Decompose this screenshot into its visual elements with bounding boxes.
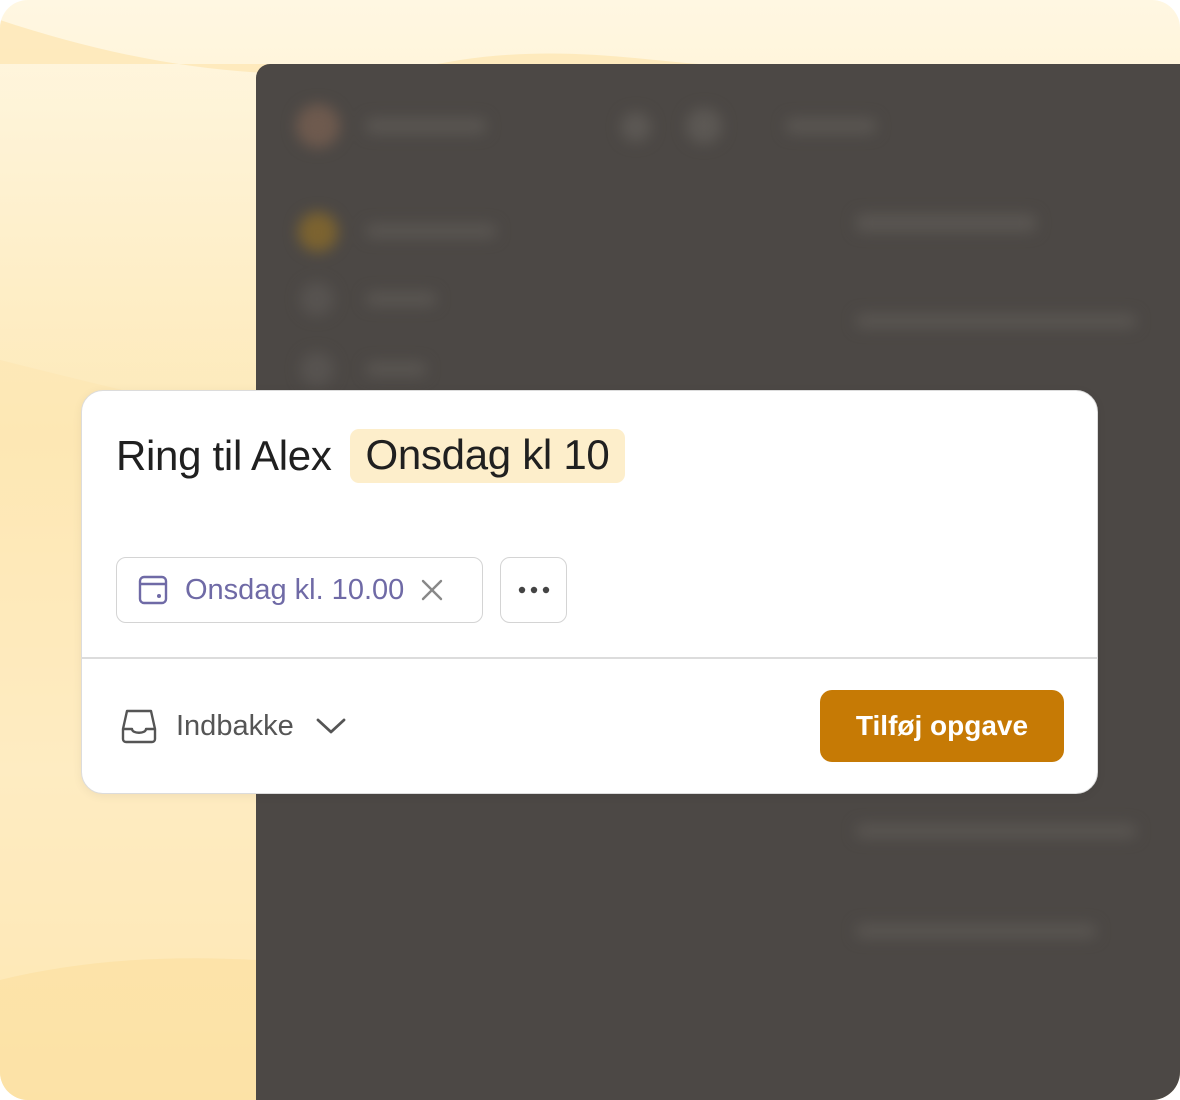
more-options-button[interactable]	[500, 557, 567, 623]
task-title-text[interactable]: Ring til Alex	[116, 432, 332, 480]
more-horizontal-icon	[517, 585, 551, 595]
project-label: Indbakke	[176, 709, 294, 742]
parsed-date-highlight[interactable]: Onsdag kl 10	[349, 429, 626, 483]
close-icon[interactable]	[420, 578, 444, 602]
task-attribute-chips: Onsdag kl. 10.00	[116, 557, 567, 623]
task-name-input[interactable]: Ring til Alex Onsdag kl 10	[116, 429, 626, 483]
project-selector[interactable]: Indbakke	[120, 707, 346, 745]
quick-add-task-dialog: Ring til Alex Onsdag kl 10 Onsdag kl. 10…	[81, 390, 1098, 794]
calendar-icon	[137, 574, 169, 606]
dialog-divider	[82, 657, 1097, 659]
chevron-down-icon	[316, 717, 346, 735]
inbox-icon	[120, 707, 158, 745]
due-date-chip[interactable]: Onsdag kl. 10.00	[116, 557, 483, 623]
add-task-button[interactable]: Tilføj opgave	[820, 690, 1064, 762]
due-date-label: Onsdag kl. 10.00	[185, 573, 405, 606]
